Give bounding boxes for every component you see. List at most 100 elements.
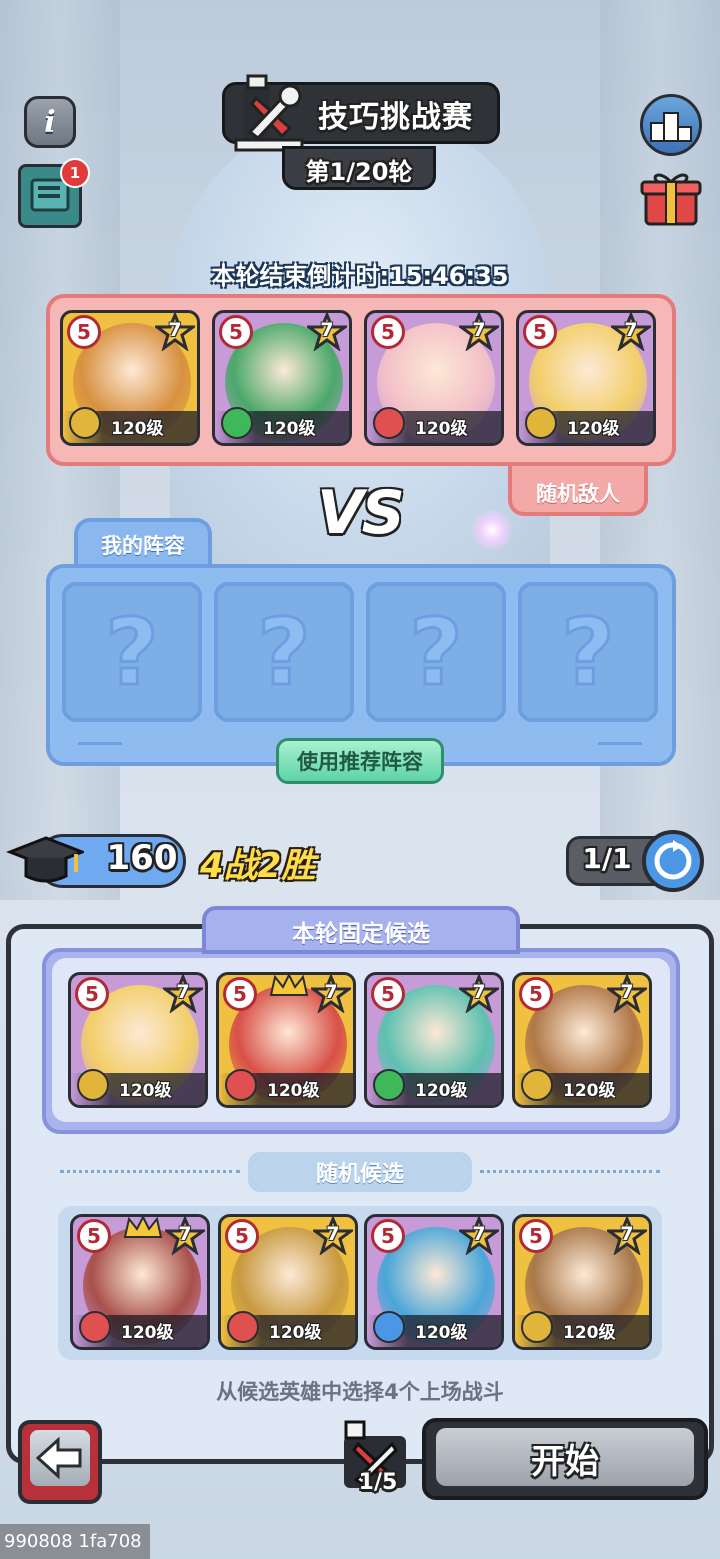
start-button-label: 开始 bbox=[531, 1442, 599, 1482]
hero-level: 120级 bbox=[415, 1081, 468, 1101]
leaderboard-button[interactable] bbox=[640, 94, 702, 156]
round-indicator: 第1/20轮 bbox=[305, 158, 413, 186]
hero-level: 120级 bbox=[415, 1323, 468, 1343]
star-count: 7 bbox=[620, 1223, 634, 1245]
element-icon bbox=[521, 1069, 553, 1101]
element-icon bbox=[221, 407, 253, 439]
star-count: 7 bbox=[176, 981, 190, 1003]
element-icon bbox=[79, 1311, 111, 1343]
grade-badge: 5 bbox=[371, 315, 405, 349]
star-badge: 7 bbox=[604, 1217, 649, 1256]
crown-icon bbox=[269, 975, 309, 996]
podium-icon bbox=[650, 112, 692, 142]
element-icon bbox=[225, 1069, 257, 1101]
element-icon bbox=[373, 1311, 405, 1343]
grade-badge: 5 bbox=[223, 977, 257, 1011]
team-slot-1[interactable]: ? bbox=[62, 582, 202, 722]
hero-card[interactable]: 120级 5 7 bbox=[212, 310, 352, 446]
hero-level: 120级 bbox=[111, 419, 164, 439]
grade-badge: 5 bbox=[75, 977, 109, 1011]
back-button-face bbox=[30, 1430, 90, 1486]
hero-level: 120级 bbox=[267, 1081, 320, 1101]
team-slot-4[interactable]: ? bbox=[518, 582, 658, 722]
selection-hint: 从候选英雄中选择4个上场战斗 bbox=[216, 1380, 504, 1404]
grade-badge: 5 bbox=[523, 315, 557, 349]
refresh-button[interactable] bbox=[642, 830, 704, 892]
star-badge: 7 bbox=[456, 313, 501, 352]
star-badge: 7 bbox=[604, 975, 649, 1014]
question-mark-icon: ? bbox=[256, 597, 312, 707]
question-mark-icon: ? bbox=[104, 597, 160, 707]
page-title: 技巧挑战赛 bbox=[318, 100, 473, 135]
element-icon bbox=[373, 1069, 405, 1101]
hero-level: 120级 bbox=[263, 419, 316, 439]
hero-level: 120级 bbox=[119, 1081, 172, 1101]
element-icon bbox=[69, 407, 101, 439]
star-count: 7 bbox=[326, 1223, 340, 1245]
hero-card[interactable]: 120级 5 7 bbox=[512, 972, 652, 1108]
sparkle-effect bbox=[470, 508, 514, 552]
star-count: 7 bbox=[178, 1223, 192, 1245]
info-icon: i bbox=[44, 104, 56, 140]
star-badge: 7 bbox=[308, 975, 353, 1014]
panel-decoration-right bbox=[598, 742, 642, 745]
refresh-icon bbox=[654, 840, 692, 880]
gift-icon[interactable] bbox=[640, 168, 702, 228]
grade-badge: 5 bbox=[371, 1219, 405, 1253]
team-slot-2[interactable]: ? bbox=[214, 582, 354, 722]
star-count: 7 bbox=[624, 319, 638, 341]
my-team-tab-label: 我的阵容 bbox=[101, 534, 185, 558]
star-badge: 7 bbox=[304, 313, 349, 352]
team-slot-3[interactable]: ? bbox=[366, 582, 506, 722]
hero-card[interactable]: 120级 5 7 bbox=[512, 1214, 652, 1350]
grade-badge: 5 bbox=[77, 1219, 111, 1253]
hero-card[interactable]: 120级 5 7 bbox=[70, 1214, 210, 1350]
star-badge: 7 bbox=[456, 975, 501, 1014]
grade-badge: 5 bbox=[67, 315, 101, 349]
hero-level: 120级 bbox=[563, 1081, 616, 1101]
info-button[interactable]: i bbox=[24, 96, 76, 148]
panel-decoration-left bbox=[78, 742, 122, 745]
grade-badge: 5 bbox=[225, 1219, 259, 1253]
star-badge: 7 bbox=[608, 313, 653, 352]
use-recommended-team-button[interactable]: 使用推荐阵容 bbox=[276, 738, 444, 784]
hero-card[interactable]: 120级 5 7 bbox=[364, 1214, 504, 1350]
vs-label: VS bbox=[317, 478, 405, 548]
star-badge: 7 bbox=[310, 1217, 355, 1256]
hero-card[interactable]: 120级 5 7 bbox=[516, 310, 656, 446]
star-badge: 7 bbox=[160, 975, 205, 1014]
hero-card[interactable]: 120级 5 7 bbox=[60, 310, 200, 446]
element-icon bbox=[373, 407, 405, 439]
ticket-count: 1/5 bbox=[358, 1470, 398, 1495]
question-mark-icon: ? bbox=[560, 597, 616, 707]
star-count: 7 bbox=[320, 319, 334, 341]
hero-card[interactable]: 120级 5 7 bbox=[218, 1214, 358, 1350]
element-icon bbox=[525, 407, 557, 439]
graduation-cap-icon bbox=[6, 836, 84, 883]
capacity-value: 160 bbox=[106, 838, 178, 878]
user-id: 990808 1fa708 bbox=[0, 1524, 150, 1559]
round-countdown: 本轮结束倒计时:15:46:35 bbox=[211, 262, 509, 290]
star-count: 7 bbox=[168, 319, 182, 341]
hero-card[interactable]: 120级 5 7 bbox=[216, 972, 356, 1108]
star-badge: 7 bbox=[152, 313, 197, 352]
star-badge: 7 bbox=[162, 1217, 207, 1256]
random-candidates-label: 随机候选 bbox=[248, 1152, 472, 1192]
grade-badge: 5 bbox=[371, 977, 405, 1011]
hero-level: 120级 bbox=[567, 419, 620, 439]
hero-level: 120级 bbox=[415, 419, 468, 439]
question-mark-icon: ? bbox=[408, 597, 464, 707]
grade-badge: 5 bbox=[519, 1219, 553, 1253]
hero-card[interactable]: 120级 5 7 bbox=[68, 972, 208, 1108]
star-count: 7 bbox=[472, 981, 486, 1003]
star-count: 7 bbox=[620, 981, 634, 1003]
chess-trophy-icon bbox=[234, 74, 304, 152]
divider-left bbox=[60, 1170, 240, 1173]
fixed-candidates-label: 本轮固定候选 bbox=[292, 921, 430, 947]
element-icon bbox=[227, 1311, 259, 1343]
hero-level: 120级 bbox=[563, 1323, 616, 1343]
hero-card[interactable]: 120级 5 7 bbox=[364, 310, 504, 446]
star-count: 7 bbox=[472, 319, 486, 341]
hero-card[interactable]: 120级 5 7 bbox=[364, 972, 504, 1108]
element-icon bbox=[521, 1311, 553, 1343]
